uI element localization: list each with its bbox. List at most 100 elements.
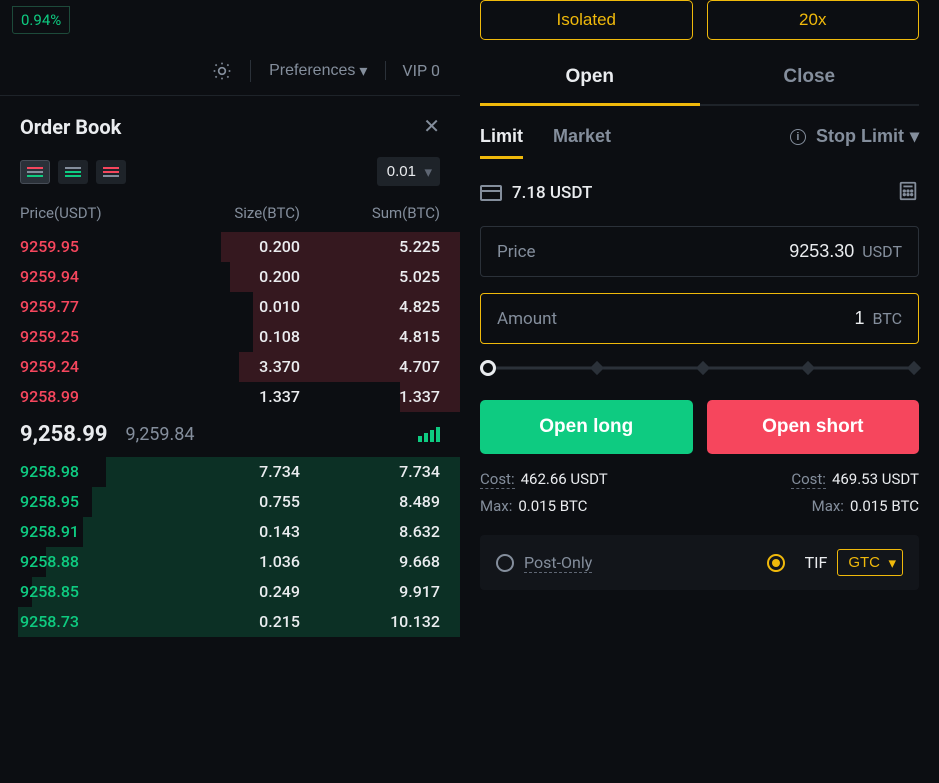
price-input[interactable] — [734, 241, 854, 262]
open-short-button[interactable]: Open short — [707, 400, 920, 454]
calculator-icon[interactable] — [897, 180, 919, 206]
row-size: 0.755 — [160, 490, 300, 514]
order-type-limit[interactable]: Limit — [480, 126, 523, 157]
cost-short-label: Cost: — [791, 470, 826, 489]
slider-tick[interactable] — [695, 361, 709, 375]
row-size: 3.370 — [160, 355, 300, 379]
row-price: 9259.95 — [20, 235, 160, 259]
tick-size-select[interactable]: 0.01 — [377, 157, 440, 186]
col-sum-header: Sum(BTC) — [300, 204, 440, 222]
slider-thumb[interactable] — [480, 360, 496, 376]
chevron-down-icon: ▾ — [359, 61, 367, 81]
orderbook-row[interactable]: 9258.910.1438.632 — [0, 517, 460, 547]
mark-price: 9,259.84 — [126, 424, 195, 445]
post-only-radio[interactable] — [496, 554, 514, 572]
available-balance: 7.18 USDT — [512, 183, 592, 203]
slider-tick[interactable] — [590, 361, 604, 375]
depth-bars-icon[interactable] — [418, 427, 440, 442]
price-field[interactable]: Price USDT — [480, 226, 919, 277]
row-size: 1.337 — [160, 385, 300, 409]
row-size: 0.143 — [160, 520, 300, 544]
price-label: Price — [497, 242, 536, 262]
vip-level: VIP 0 — [385, 61, 440, 80]
row-size: 1.036 — [160, 550, 300, 574]
cost-long-label: Cost: — [480, 470, 515, 489]
row-sum: 4.815 — [300, 325, 440, 349]
order-type-stop-limit[interactable]: i Stop Limit ▾ — [790, 126, 919, 157]
row-sum: 4.707 — [300, 355, 440, 379]
chevron-down-icon: ▾ — [910, 126, 919, 147]
orderbook-row[interactable]: 9259.950.2005.225 — [0, 232, 460, 262]
orderbook-title: Order Book — [20, 115, 121, 139]
col-price-header: Price(USDT) — [20, 204, 160, 222]
close-icon[interactable]: ✕ — [423, 114, 440, 139]
row-price: 9259.94 — [20, 265, 160, 289]
row-size: 0.215 — [160, 610, 300, 634]
row-price: 9258.99 — [20, 385, 160, 409]
max-short-value: 0.015 BTC — [850, 497, 919, 515]
row-price: 9259.25 — [20, 325, 160, 349]
orderbook-row[interactable]: 9258.950.7558.489 — [0, 487, 460, 517]
preferences-button[interactable]: Preferences ▾ — [269, 61, 367, 81]
orderbook-row[interactable]: 9258.850.2499.917 — [0, 577, 460, 607]
max-long-value: 0.015 BTC — [518, 497, 587, 515]
amount-field[interactable]: Amount BTC — [480, 293, 919, 344]
slider-tick[interactable] — [907, 361, 921, 375]
margin-mode-button[interactable]: Isolated — [480, 0, 693, 40]
orderbook-row[interactable]: 9258.730.21510.132 — [0, 607, 460, 637]
row-sum: 1.337 — [300, 385, 440, 409]
row-sum: 5.225 — [300, 235, 440, 259]
max-long-label: Max: — [480, 497, 512, 515]
row-sum: 7.734 — [300, 460, 440, 484]
row-price: 9259.77 — [20, 295, 160, 319]
info-icon: i — [790, 129, 806, 145]
row-sum: 8.489 — [300, 490, 440, 514]
row-sum: 9.917 — [300, 580, 440, 604]
price-unit: USDT — [862, 242, 902, 261]
row-price: 9259.24 — [20, 355, 160, 379]
cost-long-value: 462.66 USDT — [521, 470, 608, 489]
amount-input[interactable] — [745, 308, 865, 329]
post-only-label: Post-Only — [524, 553, 592, 573]
max-short-label: Max: — [812, 497, 844, 515]
orderbook-row[interactable]: 9258.881.0369.668 — [0, 547, 460, 577]
orderbook-mode-asks[interactable] — [96, 160, 126, 184]
orderbook-row[interactable]: 9259.770.0104.825 — [0, 292, 460, 322]
preferences-label: Preferences — [269, 62, 355, 80]
change-percent-badge: 0.94% — [12, 6, 70, 34]
amount-slider[interactable] — [480, 360, 919, 376]
orderbook-row[interactable]: 9259.940.2005.025 — [0, 262, 460, 292]
row-sum: 10.132 — [300, 610, 440, 634]
row-size: 0.200 — [160, 265, 300, 289]
leverage-button[interactable]: 20x — [707, 0, 920, 40]
cost-short-value: 469.53 USDT — [832, 470, 919, 489]
open-long-button[interactable]: Open long — [480, 400, 693, 454]
orderbook-row[interactable]: 9258.987.7347.734 — [0, 457, 460, 487]
tif-radio[interactable] — [767, 554, 785, 572]
row-sum: 8.632 — [300, 520, 440, 544]
orderbook-row[interactable]: 9259.243.3704.707 — [0, 352, 460, 382]
row-size: 0.010 — [160, 295, 300, 319]
orderbook-row[interactable]: 9259.250.1084.815 — [0, 322, 460, 352]
divider — [250, 60, 251, 82]
wallet-icon — [480, 185, 502, 201]
tif-select[interactable]: GTC — [837, 549, 903, 576]
row-sum: 4.825 — [300, 295, 440, 319]
row-sum: 5.025 — [300, 265, 440, 289]
orderbook-row[interactable]: 9258.991.3371.337 — [0, 382, 460, 412]
row-size: 0.249 — [160, 580, 300, 604]
order-type-market[interactable]: Market — [553, 126, 611, 157]
stop-limit-label: Stop Limit — [816, 126, 904, 147]
amount-unit: BTC — [873, 309, 903, 328]
orderbook-mode-both[interactable] — [20, 160, 50, 184]
slider-tick[interactable] — [801, 361, 815, 375]
tab-open[interactable]: Open — [480, 52, 700, 104]
row-size: 7.734 — [160, 460, 300, 484]
tif-label: TIF — [805, 553, 828, 572]
amount-label: Amount — [497, 309, 557, 329]
col-size-header: Size(BTC) — [160, 204, 300, 222]
brightness-icon[interactable] — [212, 61, 232, 81]
tab-close[interactable]: Close — [700, 52, 920, 104]
orderbook-mode-bids[interactable] — [58, 160, 88, 184]
row-size: 0.200 — [160, 235, 300, 259]
